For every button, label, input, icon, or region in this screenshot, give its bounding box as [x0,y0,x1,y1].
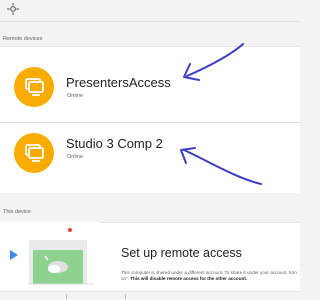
device-name: PresentersAccess [66,75,171,90]
device-name: Studio 3 Comp 2 [66,136,163,151]
divider [125,294,126,299]
settings-icon[interactable] [6,2,20,16]
device-status: Online [67,93,83,99]
device-row-studio-3-comp-2[interactable]: Studio 3 Comp 2 Online [0,123,300,193]
device-row-presentersaccess[interactable]: PresentersAccess Online [0,52,300,122]
laptop-illustration [0,222,100,290]
divider [66,294,67,299]
bottom-strip [0,292,300,300]
setup-description-warning: This will disable remote access for the … [130,276,248,282]
this-device-label: This device [3,209,31,215]
device-status: Online [67,154,83,160]
remote-devices-card: PresentersAccess Online Studio 3 Comp 2 … [0,46,300,193]
remote-devices-label: Remote devices [3,36,43,42]
monitor-icon [14,133,54,173]
monitor-icon [14,67,54,107]
setup-title: Set up remote access [121,246,242,260]
top-bar [0,0,300,22]
setup-description: This computer is shared under a differen… [121,270,300,282]
